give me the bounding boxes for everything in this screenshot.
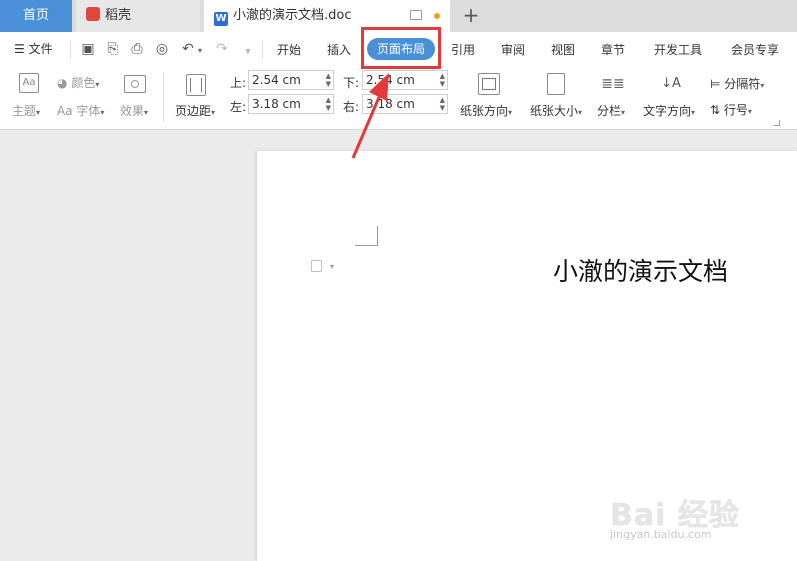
tab-review[interactable]: 审阅	[501, 41, 525, 59]
export-pdf-icon[interactable]: ⎘	[105, 41, 121, 57]
tab-document-label: 小澈的演示文档.doc	[233, 8, 352, 23]
breaks-icon: ⊨	[710, 77, 721, 91]
tab-developer-tools[interactable]: 开发工具	[654, 41, 702, 59]
bottom-margin-value: 2.54 cm	[366, 73, 415, 87]
right-margin-label: 右:	[343, 100, 360, 114]
baidu-watermark: Bai 经验 jingyan.baidu.com	[610, 490, 760, 550]
font-label: 字体	[76, 104, 101, 118]
save-icon[interactable]: ▣	[80, 41, 96, 57]
monitor-icon[interactable]	[410, 10, 422, 20]
paragraph-dropdown-icon[interactable]: ▾	[330, 262, 334, 271]
spinner-arrows-icon[interactable]: ▲ ▼	[326, 96, 331, 112]
margins-button[interactable]: 页边距▾	[175, 102, 215, 119]
orientation-label: 纸张方向	[460, 104, 509, 118]
effect-icon[interactable]	[124, 75, 146, 93]
margins-label: 页边距	[175, 104, 212, 118]
tab-daoke-label: 稻壳	[105, 8, 132, 23]
orientation-button[interactable]: 纸张方向▾	[460, 102, 512, 119]
margins-icon[interactable]	[186, 74, 206, 96]
breaks-label: 分隔符	[724, 77, 761, 91]
new-tab-button[interactable]: +	[458, 0, 484, 32]
effect-label: 效果	[120, 104, 145, 118]
hamburger-icon: ☰	[14, 42, 25, 56]
divider	[70, 41, 71, 59]
divider	[262, 41, 263, 59]
left-margin-value: 3.18 cm	[252, 97, 301, 111]
tab-start[interactable]: 开始	[277, 41, 301, 59]
palette-icon: ◕	[57, 76, 68, 90]
file-menu-button[interactable]: ☰ 文件	[14, 40, 53, 57]
effect-button[interactable]: 效果▾	[120, 102, 148, 119]
print-icon[interactable]: ⎙	[129, 41, 145, 57]
tab-insert[interactable]: 插入	[327, 41, 351, 59]
undo-dropdown-icon[interactable]: ▾	[196, 41, 204, 57]
columns-icon[interactable]: ≣≣	[601, 75, 625, 95]
paragraph-icon[interactable]	[311, 260, 322, 272]
text-direction-button[interactable]: 文字方向▾	[643, 102, 695, 119]
tab-home[interactable]: 首页	[0, 0, 72, 32]
daoke-logo-icon	[86, 7, 100, 21]
color-label: 颜色	[71, 76, 96, 90]
dialog-launcher-icon[interactable]	[774, 120, 780, 126]
breaks-button[interactable]: ⊨ 分隔符▾	[710, 75, 764, 92]
unsaved-dot-icon	[434, 13, 440, 19]
left-margin-label: 左:	[230, 100, 247, 114]
tab-view[interactable]: 视图	[551, 41, 575, 59]
theme-icon[interactable]: Aa	[19, 73, 39, 93]
line-numbers-icon: ⇅	[710, 103, 721, 117]
theme-button[interactable]: 主题▾	[12, 102, 40, 119]
tab-references[interactable]: 引用	[451, 41, 475, 59]
tab-member-exclusive[interactable]: 会员专享	[731, 41, 779, 59]
color-button[interactable]: ◕ 颜色▾	[57, 74, 99, 91]
right-margin-input[interactable]: 3.18 cm ▲ ▼	[362, 94, 448, 114]
paper-size-icon[interactable]	[547, 73, 565, 95]
highlight-box	[361, 27, 441, 69]
redo-icon[interactable]: ↷	[214, 41, 230, 57]
page-layout-ribbon: Aa 主题▾ ◕ 颜色▾ Aa 字体▾ 效果▾ 页边距▾ 上: 2.54 cm ▲…	[0, 66, 797, 130]
bottom-margin-label: 下:	[343, 76, 360, 90]
margin-corner-mark	[355, 226, 378, 246]
print-preview-icon[interactable]: ◎	[154, 41, 170, 57]
theme-label: 主题	[12, 104, 37, 118]
customize-quick-access-icon[interactable]: ⩔	[240, 41, 256, 57]
writer-doc-icon: W	[214, 12, 228, 26]
columns-button[interactable]: 分栏▾	[597, 102, 625, 119]
paper-size-label: 纸张大小	[530, 104, 579, 118]
file-menu-label: 文件	[28, 42, 53, 56]
line-numbers-button[interactable]: ⇅ 行号▾	[710, 101, 752, 118]
right-margin-value: 3.18 cm	[366, 97, 415, 111]
divider	[163, 72, 164, 122]
line-numbers-label: 行号	[723, 103, 748, 117]
undo-icon[interactable]: ↶	[180, 41, 196, 57]
text-direction-label: 文字方向	[643, 104, 692, 118]
orientation-icon[interactable]	[478, 73, 500, 95]
left-margin-input[interactable]: 3.18 cm ▲ ▼	[248, 94, 334, 114]
spinner-arrows-icon[interactable]: ▲ ▼	[440, 96, 445, 112]
top-margin-input[interactable]: 2.54 cm ▲ ▼	[248, 70, 334, 90]
top-margin-value: 2.54 cm	[252, 73, 301, 87]
spinner-arrows-icon[interactable]: ▲ ▼	[440, 72, 445, 88]
spinner-arrows-icon[interactable]: ▲ ▼	[326, 72, 331, 88]
document-title-text[interactable]: 小澈的演示文档	[553, 252, 728, 288]
watermark-url-text: jingyan.baidu.com	[610, 528, 712, 541]
tab-chapter[interactable]: 章节	[601, 41, 625, 59]
text-direction-icon[interactable]: ↓A	[658, 74, 684, 96]
tab-daoke[interactable]: 稻壳	[76, 0, 200, 32]
font-aa-icon: Aa	[57, 104, 73, 118]
columns-label: 分栏	[597, 104, 622, 118]
paper-size-button[interactable]: 纸张大小▾	[530, 102, 582, 119]
bottom-margin-input[interactable]: 2.54 cm ▲ ▼	[362, 70, 448, 90]
font-button[interactable]: Aa 字体▾	[57, 102, 104, 119]
top-margin-label: 上:	[230, 76, 247, 90]
